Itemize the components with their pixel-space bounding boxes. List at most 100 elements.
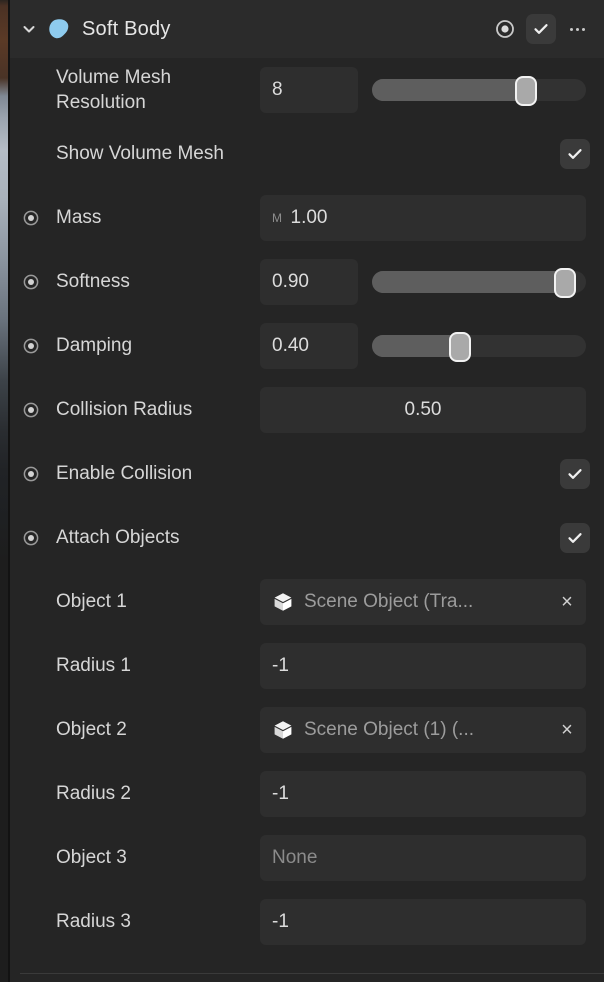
slider-knob[interactable] [515,76,538,106]
label-collision-radius: Collision Radius [56,399,193,421]
inspector-panel: Soft Body Volume Mesh Resolution 8 Show … [10,0,604,982]
row-radius-2: Radius 2 -1 [10,762,604,826]
mass-unit-label: M [272,211,283,225]
row-mass: Mass M 1.00 [10,186,604,250]
control-attach-objects [260,523,590,553]
volume-mesh-resolution-value: 8 [272,79,283,100]
control-softness: 0.90 [260,259,590,305]
label-object-2: Object 2 [56,719,127,741]
show-volume-mesh-checkbox[interactable] [560,139,590,169]
keyframe-indicator-icon[interactable] [18,209,44,227]
chevron-down-icon[interactable] [18,18,40,40]
attach-objects-checkbox[interactable] [560,523,590,553]
row-radius-1: Radius 1 -1 [10,634,604,698]
slider-fill [372,271,565,293]
label-damping: Damping [56,335,133,357]
label-object-3: Object 3 [56,847,127,869]
control-damping: 0.40 [260,323,590,369]
row-object-2: Object 2 Scene Object (1) (... × [10,698,604,762]
label-radius-3: Radius 3 [56,911,131,933]
damping-slider[interactable] [372,332,586,362]
cube-icon [272,719,294,741]
object-3-name: None [272,847,318,868]
control-mass: M 1.00 [260,195,590,241]
control-volume-mesh-resolution: 8 [260,67,590,113]
softness-slider[interactable] [372,268,586,298]
object-2-name: Scene Object (1) (... [304,719,475,740]
row-radius-3: Radius 3 -1 [10,890,604,954]
radius-2-value: -1 [272,783,289,804]
control-radius-2: -1 [260,771,590,817]
record-dot-icon[interactable] [492,16,518,42]
keyframe-indicator-icon[interactable] [18,529,44,547]
row-collision-radius: Collision Radius 0.50 [10,378,604,442]
mass-input[interactable]: M 1.00 [260,195,586,241]
label-softness: Softness [56,271,130,293]
viewport-sliver [0,0,8,982]
collision-radius-input[interactable]: 0.50 [260,387,586,433]
soft-body-blob-icon [46,16,72,42]
label-volume-mesh-resolution: Volume Mesh Resolution [56,66,172,113]
object-3-reference-field[interactable]: None [260,835,586,881]
mass-value: 1.00 [290,207,328,228]
radius-3-value: -1 [272,911,289,932]
label-radius-1: Radius 1 [56,655,131,677]
keyframe-indicator-icon[interactable] [18,337,44,355]
control-object-2: Scene Object (1) (... × [260,707,590,753]
slider-knob[interactable] [553,268,576,298]
keyframe-indicator-icon[interactable] [18,401,44,419]
label-radius-2: Radius 2 [56,783,131,805]
object-2-clear-icon[interactable]: × [558,720,576,740]
radius-3-input[interactable]: -1 [260,899,586,945]
row-object-1: Object 1 Scene Object (Tra... × [10,570,604,634]
radius-2-input[interactable]: -1 [260,771,586,817]
control-show-volume-mesh [260,139,590,169]
label-object-1: Object 1 [56,591,127,613]
collision-radius-value: 0.50 [404,399,442,420]
control-radius-3: -1 [260,899,590,945]
damping-input[interactable]: 0.40 [260,323,358,369]
component-header[interactable]: Soft Body [10,0,604,58]
control-collision-radius: 0.50 [260,387,590,433]
keyframe-indicator-icon[interactable] [18,273,44,291]
slider-fill [372,79,527,101]
component-title: Soft Body [82,17,171,40]
control-object-3: None [260,835,590,881]
row-object-3: Object 3 None [10,826,604,890]
keyframe-indicator-icon[interactable] [18,465,44,483]
label-attach-objects: Attach Objects [56,527,180,549]
label-enable-collision: Enable Collision [56,463,193,485]
row-softness: Softness 0.90 [10,250,604,314]
property-rows: Volume Mesh Resolution 8 Show Volume Mes… [10,58,604,954]
label-mass: Mass [56,207,102,229]
enable-collision-checkbox[interactable] [560,459,590,489]
object-1-reference-field[interactable]: Scene Object (Tra... × [260,579,586,625]
label-show-volume-mesh: Show Volume Mesh [56,143,224,165]
component-enabled-checkbox[interactable] [526,14,556,44]
control-radius-1: -1 [260,643,590,689]
softness-input[interactable]: 0.90 [260,259,358,305]
radius-1-input[interactable]: -1 [260,643,586,689]
cube-icon [272,591,294,613]
row-enable-collision: Enable Collision [10,442,604,506]
object-2-reference-field[interactable]: Scene Object (1) (... × [260,707,586,753]
object-1-clear-icon[interactable]: × [558,592,576,612]
slider-fill [372,335,460,357]
softness-value: 0.90 [272,271,309,292]
soft-body-inspector-panel: Soft Body Volume Mesh Resolution 8 Show … [0,0,604,982]
header-icon-group [492,14,590,44]
volume-mesh-resolution-slider[interactable] [372,76,586,106]
slider-knob[interactable] [448,332,471,362]
control-enable-collision [260,459,590,489]
panel-bottom-divider [20,973,604,974]
control-object-1: Scene Object (Tra... × [260,579,590,625]
row-show-volume-mesh: Show Volume Mesh [10,122,604,186]
more-options-icon[interactable] [564,16,590,42]
object-1-name: Scene Object (Tra... [304,591,474,612]
damping-value: 0.40 [272,335,309,356]
volume-mesh-resolution-input[interactable]: 8 [260,67,358,113]
row-damping: Damping 0.40 [10,314,604,378]
row-volume-mesh-resolution: Volume Mesh Resolution 8 [10,58,604,122]
row-attach-objects: Attach Objects [10,506,604,570]
radius-1-value: -1 [272,655,289,676]
